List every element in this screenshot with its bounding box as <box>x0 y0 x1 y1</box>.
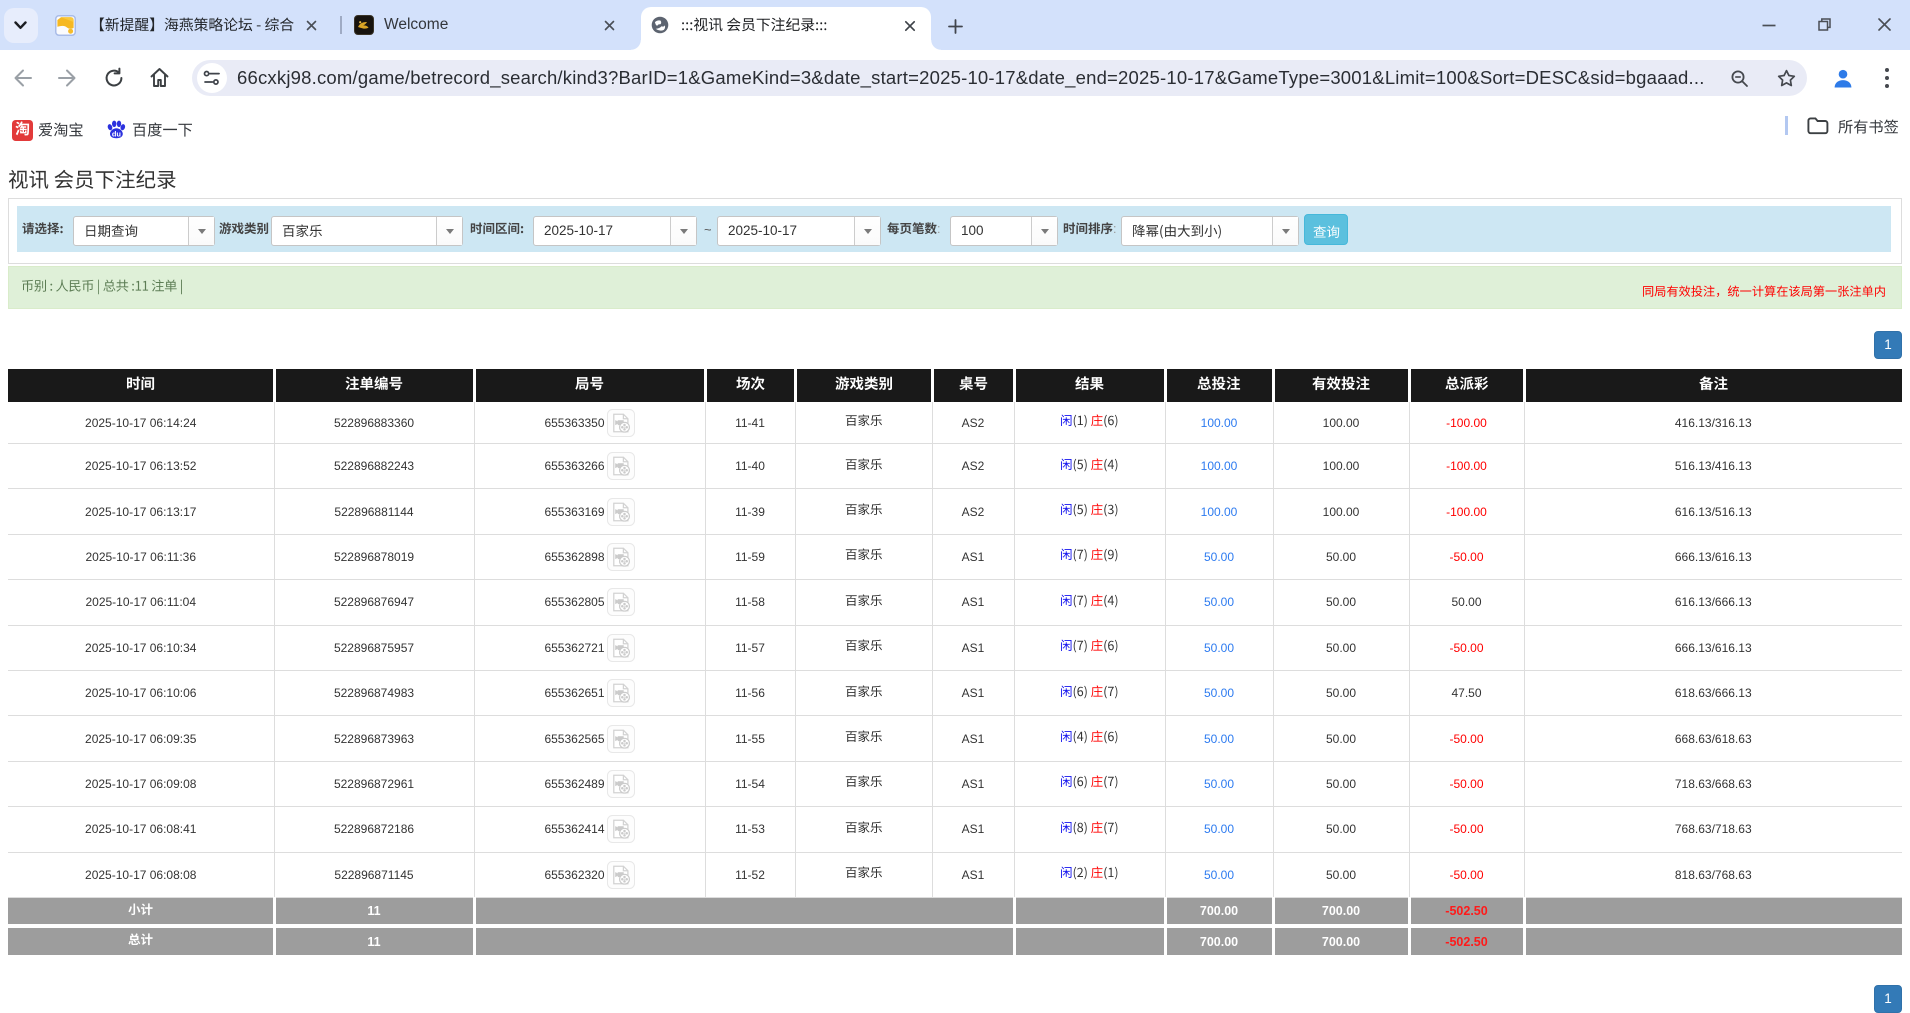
svg-text:du: du <box>112 129 122 138</box>
